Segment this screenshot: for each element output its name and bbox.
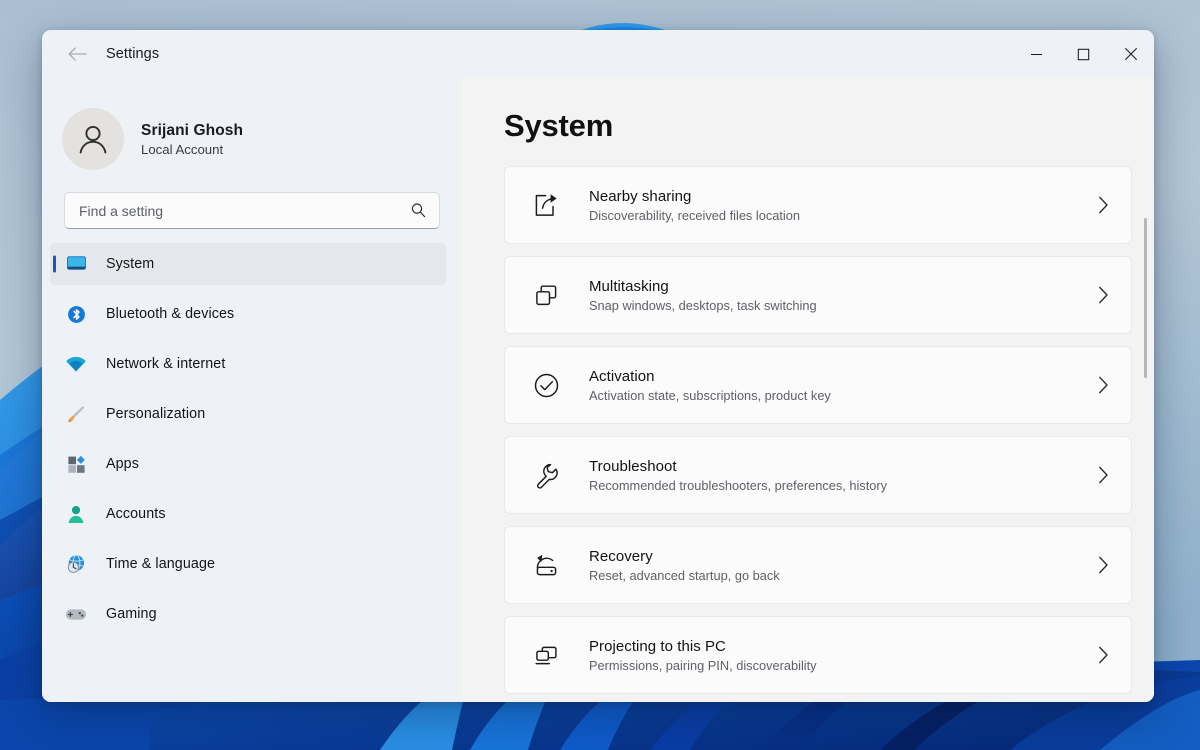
back-button[interactable] (60, 39, 94, 69)
minimize-button[interactable] (1013, 30, 1060, 78)
chevron-right-icon (1098, 286, 1109, 304)
account-name: Srijani Ghosh (141, 122, 243, 140)
sidebar-item-label: Bluetooth & devices (106, 306, 234, 322)
card-subtitle: Activation state, subscriptions, product… (589, 388, 1098, 403)
recovery-drive-icon (531, 550, 561, 580)
card-title: Nearby sharing (589, 188, 1098, 205)
sidebar-item-label: System (106, 256, 154, 272)
window-title: Settings (106, 46, 159, 62)
settings-card-list: Nearby sharing Discoverability, received… (460, 166, 1154, 694)
person-avatar-icon (75, 121, 111, 157)
page-title: System (504, 108, 1154, 144)
card-title: Projecting to this PC (589, 638, 1098, 655)
card-subtitle: Recommended troubleshooters, preferences… (589, 478, 1098, 493)
card-title: Multitasking (589, 278, 1098, 295)
window-controls (1013, 30, 1154, 78)
share-icon (531, 190, 561, 220)
monitor-icon (64, 253, 88, 275)
search-box[interactable] (64, 192, 440, 229)
content-scrollbar[interactable] (1144, 218, 1147, 378)
wrench-icon (531, 460, 561, 490)
settings-card-recovery[interactable]: Recovery Reset, advanced startup, go bac… (504, 526, 1132, 604)
search-icon (410, 202, 427, 219)
close-button[interactable] (1107, 30, 1154, 78)
chevron-right-icon (1098, 376, 1109, 394)
desktop-wallpaper: Settings (0, 0, 1200, 750)
sidebar-item-apps[interactable]: Apps (50, 443, 446, 485)
chevron-right-icon (1098, 196, 1109, 214)
chevron-right-icon (1098, 646, 1109, 664)
annotation-arrow-1 (42, 643, 460, 702)
sidebar-item-network-internet[interactable]: Network & internet (50, 343, 446, 385)
card-title: Activation (589, 368, 1098, 385)
sidebar-item-bluetooth-devices[interactable]: Bluetooth & devices (50, 293, 446, 335)
maximize-icon (1077, 48, 1090, 61)
card-subtitle: Discoverability, received files location (589, 208, 1098, 223)
chevron-right-icon (1098, 466, 1109, 484)
settings-card-troubleshoot[interactable]: Troubleshoot Recommended troubleshooters… (504, 436, 1132, 514)
sidebar-item-gaming[interactable]: Gaming (50, 593, 446, 635)
multitasking-windows-icon (531, 280, 561, 310)
maximize-button[interactable] (1060, 30, 1107, 78)
settings-card-nearby-sharing[interactable]: Nearby sharing Discoverability, received… (504, 166, 1132, 244)
projecting-monitor-icon (531, 640, 561, 670)
sidebar-item-label: Personalization (106, 406, 205, 422)
sidebar-item-accounts[interactable]: Accounts (50, 493, 446, 535)
wifi-icon (64, 353, 88, 375)
settings-card-activation[interactable]: Activation Activation state, subscriptio… (504, 346, 1132, 424)
account-person-icon (64, 503, 88, 525)
window-body: Srijani Ghosh Local Account (42, 78, 1154, 702)
card-title: Troubleshoot (589, 458, 1098, 475)
sidebar-item-personalization[interactable]: Personalization (50, 393, 446, 435)
card-subtitle: Reset, advanced startup, go back (589, 568, 1098, 583)
bluetooth-icon (64, 303, 88, 325)
sidebar-item-system[interactable]: System (50, 243, 446, 285)
card-title: Recovery (589, 548, 1098, 565)
check-circle-icon (531, 370, 561, 400)
avatar (62, 108, 124, 170)
search-input[interactable] (79, 203, 410, 219)
sidebar: Srijani Ghosh Local Account (42, 78, 460, 702)
sidebar-nav: System Bluetooth & devices (42, 243, 460, 635)
chevron-right-icon (1098, 556, 1109, 574)
sidebar-item-label: Gaming (106, 606, 157, 622)
gamepad-icon (64, 603, 88, 625)
minimize-icon (1030, 48, 1043, 61)
account-summary[interactable]: Srijani Ghosh Local Account (42, 78, 460, 178)
sidebar-item-label: Time & language (106, 556, 215, 572)
settings-window: Settings (42, 30, 1154, 702)
apps-icon (64, 453, 88, 475)
account-type: Local Account (141, 142, 243, 157)
window-titlebar: Settings (42, 30, 1154, 78)
back-arrow-icon (68, 47, 87, 61)
sidebar-item-label: Accounts (106, 506, 166, 522)
settings-card-multitasking[interactable]: Multitasking Snap windows, desktops, tas… (504, 256, 1132, 334)
close-icon (1124, 47, 1138, 61)
clock-globe-icon (64, 553, 88, 575)
settings-card-projecting-to-this-pc[interactable]: Projecting to this PC Permissions, pairi… (504, 616, 1132, 694)
sidebar-item-label: Network & internet (106, 356, 225, 372)
sidebar-item-time-language[interactable]: Time & language (50, 543, 446, 585)
content-panel: System Nearby sharing (460, 78, 1154, 702)
sidebar-item-label: Apps (106, 456, 139, 472)
card-subtitle: Permissions, pairing PIN, discoverabilit… (589, 658, 1098, 673)
paintbrush-icon (64, 403, 88, 425)
card-subtitle: Snap windows, desktops, task switching (589, 298, 1098, 313)
